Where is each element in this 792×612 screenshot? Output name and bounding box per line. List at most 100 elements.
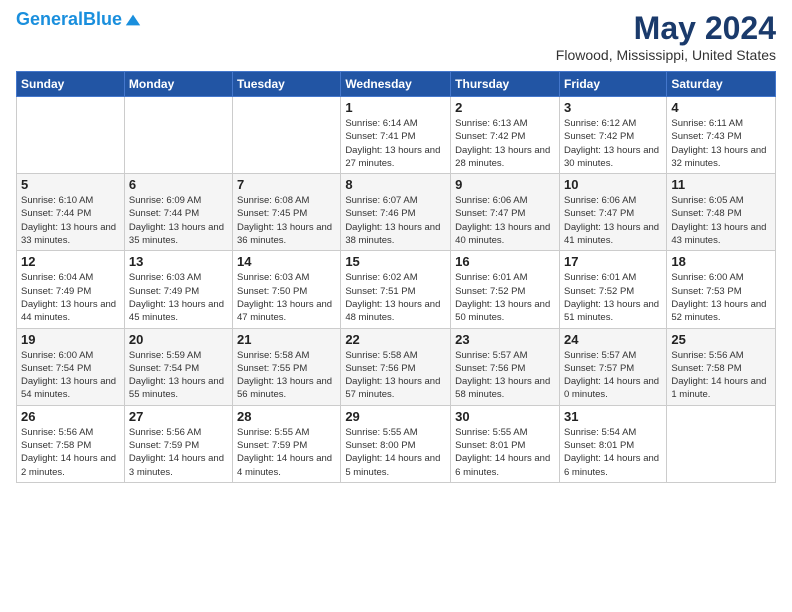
- day-info: Sunrise: 6:03 AM Sunset: 7:49 PM Dayligh…: [129, 271, 228, 324]
- calendar-cell: 9Sunrise: 6:06 AM Sunset: 7:47 PM Daylig…: [451, 174, 560, 251]
- day-info: Sunrise: 5:58 AM Sunset: 7:55 PM Dayligh…: [237, 349, 336, 402]
- calendar-cell: 30 Sunrise: 5:55 AM Sunset: 8:01 PM Dayli…: [451, 405, 560, 482]
- header: GeneralBlue May 2024 Flowood, Mississipp…: [16, 10, 776, 63]
- calendar-cell: 6 Sunrise: 6:09 AM Sunset: 7:44 PM Daylig…: [124, 174, 232, 251]
- day-number: 24: [564, 332, 662, 347]
- calendar-header-row: SundayMondayTuesdayWednesdayThursdayFrid…: [17, 72, 776, 97]
- logo-icon: [124, 11, 142, 29]
- day-number: 3: [564, 100, 662, 115]
- day-info: Sunrise: 6:11 AM Sunset: 7:43 PM Dayligh…: [671, 117, 771, 170]
- calendar-cell: 20 Sunrise: 5:59 AM Sunset: 7:54 PM Dayli…: [124, 328, 232, 405]
- calendar-cell: 3 Sunrise: 6:12 AM Sunset: 7:42 PM Daylig…: [559, 97, 666, 174]
- day-info: Sunrise: 5:59 AM Sunset: 7:54 PM Dayligh…: [129, 349, 228, 402]
- day-number: 21: [237, 332, 336, 347]
- day-info: Sunrise: 6:10 AM Sunset: 7:44 PM Dayligh…: [21, 194, 120, 247]
- day-number: 6: [129, 177, 228, 192]
- calendar-cell: 14Sunrise: 6:03 AM Sunset: 7:50 PM Dayli…: [233, 251, 341, 328]
- calendar-header-wednesday: Wednesday: [341, 72, 451, 97]
- day-info: Sunrise: 6:14 AM Sunset: 7:41 PM Dayligh…: [345, 117, 446, 170]
- day-info: Sunrise: 5:54 AM Sunset: 8:01 PM Dayligh…: [564, 426, 662, 479]
- calendar-week-row: 19Sunrise: 6:00 AM Sunset: 7:54 PM Dayli…: [17, 328, 776, 405]
- day-number: 1: [345, 100, 446, 115]
- calendar-cell: 27Sunrise: 5:56 AM Sunset: 7:59 PM Dayli…: [124, 405, 232, 482]
- logo-text: GeneralBlue: [16, 10, 122, 30]
- calendar-cell: 23Sunrise: 5:57 AM Sunset: 7:56 PM Dayli…: [451, 328, 560, 405]
- day-info: Sunrise: 5:55 AM Sunset: 8:00 PM Dayligh…: [345, 426, 446, 479]
- calendar-cell: 28Sunrise: 5:55 AM Sunset: 7:59 PM Dayli…: [233, 405, 341, 482]
- calendar-cell: 13 Sunrise: 6:03 AM Sunset: 7:49 PM Dayli…: [124, 251, 232, 328]
- day-number: 7: [237, 177, 336, 192]
- day-number: 5: [21, 177, 120, 192]
- logo: GeneralBlue: [16, 10, 142, 30]
- day-info: Sunrise: 6:05 AM Sunset: 7:48 PM Dayligh…: [671, 194, 771, 247]
- day-info: Sunrise: 6:13 AM Sunset: 7:42 PM Dayligh…: [455, 117, 555, 170]
- calendar-cell: 7 Sunrise: 6:08 AM Sunset: 7:45 PM Daylig…: [233, 174, 341, 251]
- calendar-week-row: 12 Sunrise: 6:04 AM Sunset: 7:49 PM Dayli…: [17, 251, 776, 328]
- day-info: Sunrise: 5:56 AM Sunset: 7:58 PM Dayligh…: [21, 426, 120, 479]
- calendar-cell: 31 Sunrise: 5:54 AM Sunset: 8:01 PM Dayli…: [559, 405, 666, 482]
- day-number: 29: [345, 409, 446, 424]
- calendar-header-thursday: Thursday: [451, 72, 560, 97]
- calendar-week-row: 5 Sunrise: 6:10 AM Sunset: 7:44 PM Daylig…: [17, 174, 776, 251]
- calendar-cell: 8 Sunrise: 6:07 AM Sunset: 7:46 PM Daylig…: [341, 174, 451, 251]
- calendar: SundayMondayTuesdayWednesdayThursdayFrid…: [16, 71, 776, 483]
- day-number: 13: [129, 254, 228, 269]
- day-info: Sunrise: 5:56 AM Sunset: 7:58 PM Dayligh…: [671, 349, 771, 402]
- calendar-week-row: 1 Sunrise: 6:14 AM Sunset: 7:41 PM Daylig…: [17, 97, 776, 174]
- day-info: Sunrise: 6:03 AM Sunset: 7:50 PM Dayligh…: [237, 271, 336, 324]
- day-number: 31: [564, 409, 662, 424]
- day-number: 18: [671, 254, 771, 269]
- day-number: 8: [345, 177, 446, 192]
- day-info: Sunrise: 6:02 AM Sunset: 7:51 PM Dayligh…: [345, 271, 446, 324]
- day-number: 23: [455, 332, 555, 347]
- calendar-header-friday: Friday: [559, 72, 666, 97]
- day-number: 25: [671, 332, 771, 347]
- day-number: 10: [564, 177, 662, 192]
- day-info: Sunrise: 5:55 AM Sunset: 8:01 PM Dayligh…: [455, 426, 555, 479]
- day-info: Sunrise: 6:08 AM Sunset: 7:45 PM Dayligh…: [237, 194, 336, 247]
- calendar-header-sunday: Sunday: [17, 72, 125, 97]
- calendar-week-row: 26 Sunrise: 5:56 AM Sunset: 7:58 PM Dayli…: [17, 405, 776, 482]
- day-info: Sunrise: 6:01 AM Sunset: 7:52 PM Dayligh…: [564, 271, 662, 324]
- calendar-cell: [667, 405, 776, 482]
- calendar-cell: 18 Sunrise: 6:00 AM Sunset: 7:53 PM Dayli…: [667, 251, 776, 328]
- calendar-cell: 10Sunrise: 6:06 AM Sunset: 7:47 PM Dayli…: [559, 174, 666, 251]
- calendar-cell: [124, 97, 232, 174]
- month-title: May 2024: [556, 10, 776, 47]
- day-info: Sunrise: 6:09 AM Sunset: 7:44 PM Dayligh…: [129, 194, 228, 247]
- day-info: Sunrise: 6:06 AM Sunset: 7:47 PM Dayligh…: [455, 194, 555, 247]
- day-number: 30: [455, 409, 555, 424]
- calendar-cell: [233, 97, 341, 174]
- calendar-cell: 21 Sunrise: 5:58 AM Sunset: 7:55 PM Dayli…: [233, 328, 341, 405]
- day-number: 22: [345, 332, 446, 347]
- day-info: Sunrise: 5:58 AM Sunset: 7:56 PM Dayligh…: [345, 349, 446, 402]
- calendar-cell: 24 Sunrise: 5:57 AM Sunset: 7:57 PM Dayli…: [559, 328, 666, 405]
- day-info: Sunrise: 5:57 AM Sunset: 7:57 PM Dayligh…: [564, 349, 662, 402]
- calendar-cell: 2 Sunrise: 6:13 AM Sunset: 7:42 PM Daylig…: [451, 97, 560, 174]
- day-number: 12: [21, 254, 120, 269]
- day-info: Sunrise: 6:12 AM Sunset: 7:42 PM Dayligh…: [564, 117, 662, 170]
- day-number: 26: [21, 409, 120, 424]
- day-number: 11: [671, 177, 771, 192]
- day-number: 27: [129, 409, 228, 424]
- day-info: Sunrise: 6:00 AM Sunset: 7:53 PM Dayligh…: [671, 271, 771, 324]
- day-info: Sunrise: 6:00 AM Sunset: 7:54 PM Dayligh…: [21, 349, 120, 402]
- calendar-cell: 22 Sunrise: 5:58 AM Sunset: 7:56 PM Dayli…: [341, 328, 451, 405]
- calendar-cell: 5 Sunrise: 6:10 AM Sunset: 7:44 PM Daylig…: [17, 174, 125, 251]
- calendar-cell: 17Sunrise: 6:01 AM Sunset: 7:52 PM Dayli…: [559, 251, 666, 328]
- day-number: 16: [455, 254, 555, 269]
- calendar-cell: 16Sunrise: 6:01 AM Sunset: 7:52 PM Dayli…: [451, 251, 560, 328]
- calendar-cell: 4 Sunrise: 6:11 AM Sunset: 7:43 PM Daylig…: [667, 97, 776, 174]
- calendar-cell: 12 Sunrise: 6:04 AM Sunset: 7:49 PM Dayli…: [17, 251, 125, 328]
- day-number: 4: [671, 100, 771, 115]
- day-info: Sunrise: 5:55 AM Sunset: 7:59 PM Dayligh…: [237, 426, 336, 479]
- calendar-cell: 11 Sunrise: 6:05 AM Sunset: 7:48 PM Dayli…: [667, 174, 776, 251]
- calendar-cell: 19Sunrise: 6:00 AM Sunset: 7:54 PM Dayli…: [17, 328, 125, 405]
- calendar-cell: 25 Sunrise: 5:56 AM Sunset: 7:58 PM Dayli…: [667, 328, 776, 405]
- day-number: 20: [129, 332, 228, 347]
- calendar-cell: 1 Sunrise: 6:14 AM Sunset: 7:41 PM Daylig…: [341, 97, 451, 174]
- day-number: 2: [455, 100, 555, 115]
- day-info: Sunrise: 6:04 AM Sunset: 7:49 PM Dayligh…: [21, 271, 120, 324]
- day-info: Sunrise: 6:07 AM Sunset: 7:46 PM Dayligh…: [345, 194, 446, 247]
- calendar-cell: 15Sunrise: 6:02 AM Sunset: 7:51 PM Dayli…: [341, 251, 451, 328]
